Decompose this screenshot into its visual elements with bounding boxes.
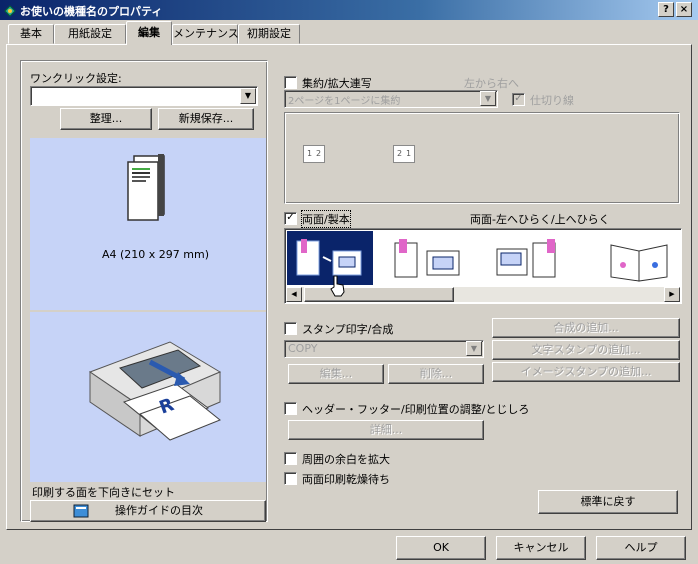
booklet-left-icon[interactable] xyxy=(489,235,577,285)
duplex-dry-wait-label: 両面印刷乾燥待ち xyxy=(302,473,390,486)
tab-maintenance[interactable]: メンテナンス xyxy=(172,24,239,44)
separator-label: 仕切り線 xyxy=(530,94,574,107)
duplex-top-open-icon[interactable] xyxy=(385,235,473,285)
margin-expand-label: 周囲の余白を拡大 xyxy=(302,453,390,466)
guide-contents-button[interactable]: 操作ガイドの目次 xyxy=(30,500,266,522)
printer-app-icon xyxy=(4,5,16,17)
title-bar: お使いの機種名のプロパティ ? × xyxy=(0,0,698,20)
help-title-button[interactable]: ? xyxy=(658,2,674,17)
duplex-mode-text: 両面-左へひらく/上へひらく xyxy=(470,213,610,226)
booklet-open-icon[interactable] xyxy=(605,235,677,285)
chevron-down-icon[interactable]: ▼ xyxy=(480,91,496,106)
tab-basic[interactable]: 基本 xyxy=(8,24,54,44)
stamp-delete-button[interactable]: 削除... xyxy=(388,364,484,384)
margin-expand-checkbox[interactable] xyxy=(284,452,297,465)
combine-checkbox[interactable] xyxy=(284,76,297,89)
tab-initial-settings[interactable]: 初期設定 xyxy=(238,24,300,44)
one-click-label: ワンクリック設定: xyxy=(30,72,122,85)
tab-paper-settings[interactable]: 用紙設定 xyxy=(54,24,126,44)
guide-book-icon xyxy=(73,504,89,518)
combine-preview-box: 1 2 2 1 xyxy=(284,112,680,204)
scroll-left-icon[interactable]: ◀ xyxy=(286,287,302,302)
add-image-stamp-button[interactable]: イメージスタンプの追加... xyxy=(492,362,680,382)
combine-pages-select[interactable]: 2ページを1ページに集約 ▼ xyxy=(284,90,498,108)
cancel-button[interactable]: キャンセル xyxy=(496,536,586,560)
printer-illustration: R xyxy=(30,312,266,482)
stamp-checkbox[interactable] xyxy=(284,322,297,335)
hand-cursor-icon xyxy=(330,275,345,297)
ok-button[interactable]: OK xyxy=(396,536,486,560)
add-overlay-button[interactable]: 合成の追加... xyxy=(492,318,680,338)
stamp-select[interactable]: COPY ▼ xyxy=(284,340,484,358)
scroll-right-icon[interactable]: ▶ xyxy=(664,287,680,302)
page-preview: A4 (210 x 297 mm) xyxy=(30,138,266,310)
combine-page-card: 2 1 xyxy=(393,145,415,163)
printer-icon: R xyxy=(88,341,222,441)
add-text-stamp-button[interactable]: 文字スタンプの追加... xyxy=(492,340,680,360)
guide-button-label: 操作ガイドの目次 xyxy=(115,504,203,517)
duplex-checkbox[interactable]: ✓ xyxy=(284,212,297,225)
close-title-button[interactable]: × xyxy=(676,2,692,17)
separator-checkbox[interactable]: ✓ xyxy=(512,93,525,106)
window-title: お使いの機種名のプロパティ xyxy=(20,5,163,18)
one-click-select[interactable]: ▼ xyxy=(30,86,258,106)
duplex-page-preview-icon xyxy=(127,154,165,221)
duplex-label: 両面/製本 xyxy=(301,210,351,228)
chevron-down-icon[interactable]: ▼ xyxy=(466,341,482,356)
new-save-button[interactable]: 新規保存... xyxy=(158,108,254,130)
combine-page-card: 1 2 xyxy=(303,145,325,163)
paper-size-text: A4 (210 x 297 mm) xyxy=(102,248,210,261)
duplex-options-list[interactable]: ◀ ▶ xyxy=(284,228,682,304)
restore-defaults-button[interactable]: 標準に戻す xyxy=(538,490,678,514)
tab-edit[interactable]: 編集 xyxy=(126,21,172,45)
scrollbar-thumb[interactable] xyxy=(304,287,454,302)
chevron-down-icon[interactable]: ▼ xyxy=(240,88,256,104)
stamp-label: スタンプ印字/合成 xyxy=(302,323,394,336)
help-button[interactable]: ヘルプ xyxy=(596,536,686,560)
duplex-dry-wait-checkbox[interactable] xyxy=(284,472,297,485)
combine-label: 集約/拡大連写 xyxy=(302,77,372,90)
stamp-edit-button[interactable]: 編集... xyxy=(288,364,384,384)
header-footer-label: ヘッダー・フッター/印刷位置の調整/とじしろ xyxy=(302,403,530,416)
combine-order-label: 左から右へ xyxy=(464,77,519,90)
header-footer-checkbox[interactable] xyxy=(284,402,297,415)
header-footer-details-button[interactable]: 詳細... xyxy=(288,420,484,440)
print-instruction-text: 印刷する面を下向きにセット xyxy=(32,486,175,499)
organize-button[interactable]: 整理... xyxy=(60,108,152,130)
